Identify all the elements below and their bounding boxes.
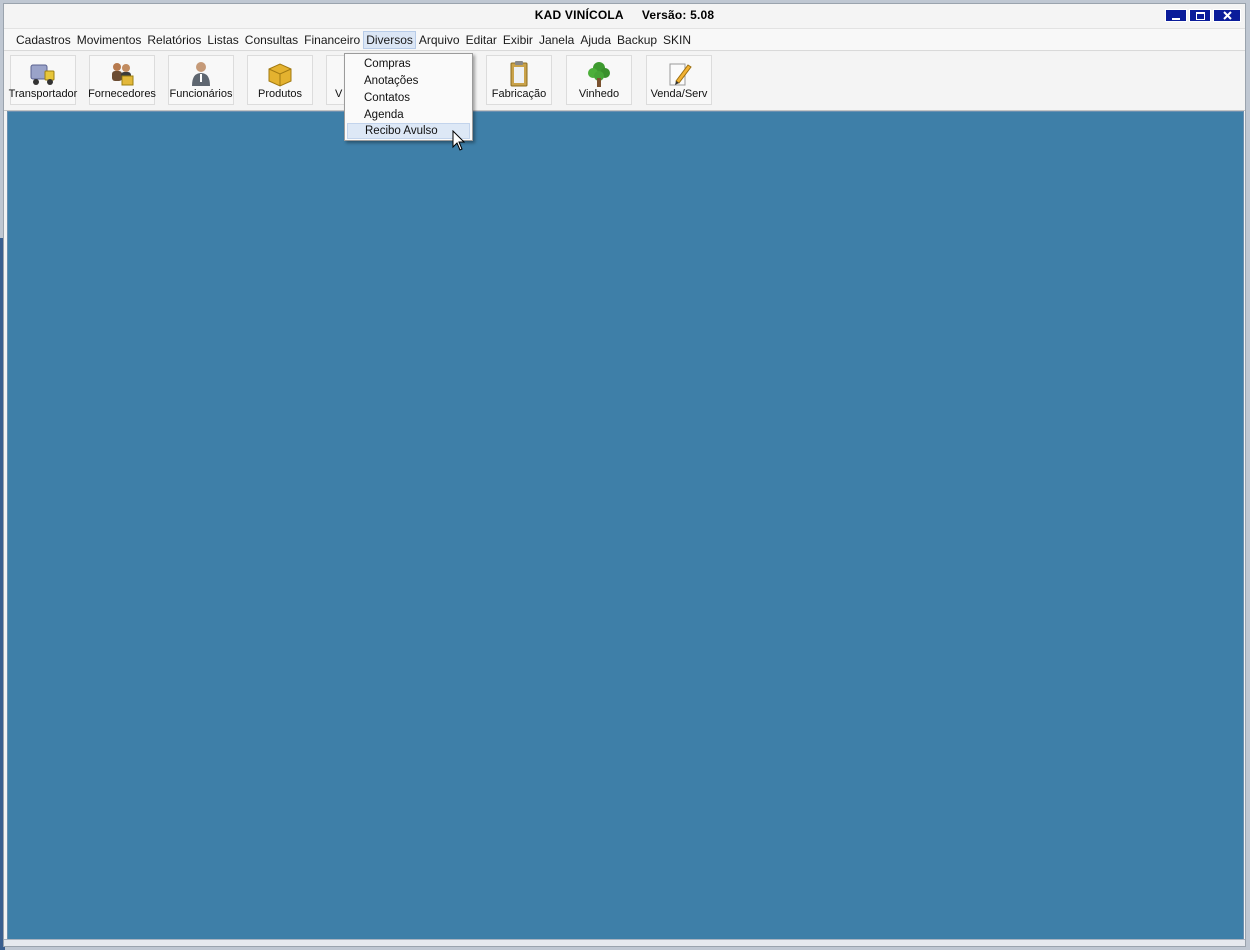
menu-item-agenda[interactable]: Agenda [347,107,470,123]
mdi-workspace[interactable] [7,111,1244,945]
menu-movimentos[interactable]: Movimentos [74,31,145,49]
employee-icon [192,62,210,86]
menu-consultas[interactable]: Consultas [242,31,301,49]
window-title: KAD VINÍCOLA Versão: 5.08 [4,8,1245,22]
menu-item-contatos[interactable]: Contatos [347,90,470,106]
app-version: Versão: 5.08 [641,8,715,22]
fabricacao-label: Fabricação [491,88,547,100]
mouse-pointer-icon [452,130,466,151]
fornecedores-button[interactable]: Fornecedores [88,55,156,105]
suppliers-icon [112,63,134,86]
menu-backup[interactable]: Backup [614,31,660,49]
menu-janela[interactable]: Janela [536,31,577,49]
window-bottom-border [4,939,1245,946]
menu-cadastros[interactable]: Cadastros [13,31,74,49]
minimize-button[interactable] [1165,9,1187,22]
transportador-label: Transportador [8,88,78,100]
toolbar: Transportador Fornecedores Funcionários … [4,52,1245,111]
close-button[interactable] [1213,9,1241,22]
menu-listas[interactable]: Listas [204,31,241,49]
funcionarios-button[interactable]: Funcionários [168,55,234,105]
minimize-icon [1172,17,1180,20]
fornecedores-label: Fornecedores [88,88,156,100]
menu-item-compras[interactable]: Compras [347,56,470,72]
app-title: KAD VINÍCOLA [534,8,624,22]
menu-exibir[interactable]: Exibir [500,31,536,49]
close-icon [1222,11,1232,20]
diversos-dropdown-menu: Compras Anotações Contatos Agenda Recibo… [344,53,473,141]
menu-skin[interactable]: SKIN [660,31,694,49]
pencil-note-icon [669,63,692,86]
menu-item-anotacoes[interactable]: Anotações [347,73,470,89]
menu-relatorios[interactable]: Relatórios [144,31,204,49]
title-bar: KAD VINÍCOLA Versão: 5.08 [4,4,1245,29]
venda-serv-button[interactable]: Venda/Serv [646,55,712,105]
clipboard-icon [510,61,528,87]
fabricacao-button[interactable]: Fabricação [486,55,552,105]
menu-ajuda[interactable]: Ajuda [577,31,614,49]
maximize-icon [1195,11,1205,20]
funcionarios-label: Funcionários [169,88,233,100]
maximize-button[interactable] [1189,9,1211,22]
transportador-button[interactable]: Transportador [8,55,78,105]
produtos-label: Produtos [257,88,303,100]
menu-arquivo[interactable]: Arquivo [416,31,463,49]
vinhedo-button[interactable]: Vinhedo [566,55,632,105]
menu-bar: Cadastros Movimentos Relatórios Listas C… [4,29,1245,51]
main-window: KAD VINÍCOLA Versão: 5.08 Cadastros Movim… [3,3,1246,947]
truck-icon [30,64,55,85]
produtos-button[interactable]: Produtos [247,55,313,105]
box-icon [268,63,292,87]
tree-icon [588,62,610,87]
venda-serv-label: Venda/Serv [650,88,708,100]
vinhedo-label: Vinhedo [578,88,620,100]
window-controls [1165,9,1241,22]
menu-diversos[interactable]: Diversos [363,30,416,49]
menu-editar[interactable]: Editar [463,31,500,49]
menu-financeiro[interactable]: Financeiro [301,31,363,49]
